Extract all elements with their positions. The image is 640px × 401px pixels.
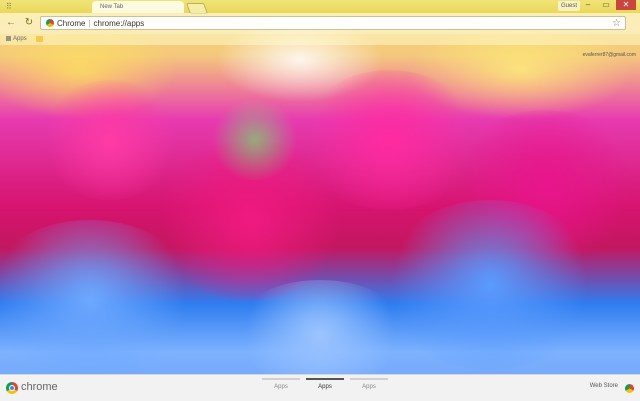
page-dot-1[interactable]: Apps xyxy=(262,378,300,396)
chrome-page-icon xyxy=(46,19,54,27)
omnibox-text: Chrome | chrome://apps xyxy=(57,19,145,28)
grid-menu-icon[interactable]: ⠿ xyxy=(6,2,12,11)
page-dot-3[interactable]: Apps xyxy=(350,378,388,396)
web-store-link[interactable]: Web Store xyxy=(590,383,618,389)
apps-bottom-bar: chrome Apps Apps Apps Web Store xyxy=(0,374,640,401)
web-store-icon[interactable] xyxy=(625,384,634,393)
folder-icon[interactable] xyxy=(36,36,43,42)
minimize-icon[interactable]: – xyxy=(580,0,596,10)
apps-label: Apps xyxy=(13,36,27,42)
page-dot-2[interactable]: Apps xyxy=(306,378,344,396)
chrome-logo-icon xyxy=(6,382,18,394)
apps-grid-icon xyxy=(6,35,11,41)
omnibox-url: chrome://apps xyxy=(93,19,145,28)
page-label: Apps xyxy=(318,384,332,390)
profile-name: Guest xyxy=(560,3,577,9)
star-icon[interactable]: ☆ xyxy=(612,17,621,30)
chrome-brand: chrome xyxy=(21,381,58,393)
page-label: Apps xyxy=(362,384,376,390)
bookmarks-bar: Apps xyxy=(0,34,640,45)
close-icon[interactable]: ✕ xyxy=(616,0,636,10)
browser-toolbar: ← ↻ Chrome | chrome://apps ☆ xyxy=(0,13,640,34)
account-email[interactable]: evaferrer87@gmail.com xyxy=(583,52,636,58)
tab-new-tab[interactable]: New Tab xyxy=(92,1,184,13)
profile-button[interactable]: Guest xyxy=(557,1,580,11)
restore-icon[interactable]: ▭ xyxy=(598,0,614,10)
back-arrow-icon[interactable]: ← xyxy=(4,16,18,30)
apps-shortcut[interactable]: Apps xyxy=(6,35,27,44)
background-photo-tulips xyxy=(0,0,640,400)
omnibox[interactable]: Chrome | chrome://apps ☆ xyxy=(40,16,626,30)
window-controls: – ▭ ✕ xyxy=(580,0,636,12)
tab-strip: ⠿ New Tab Guest – ▭ ✕ xyxy=(0,0,640,14)
reload-icon[interactable]: ↻ xyxy=(22,16,36,30)
page-label: Apps xyxy=(274,384,288,390)
tab-title: New Tab xyxy=(100,4,124,10)
omnibox-site-label: Chrome xyxy=(57,19,86,28)
